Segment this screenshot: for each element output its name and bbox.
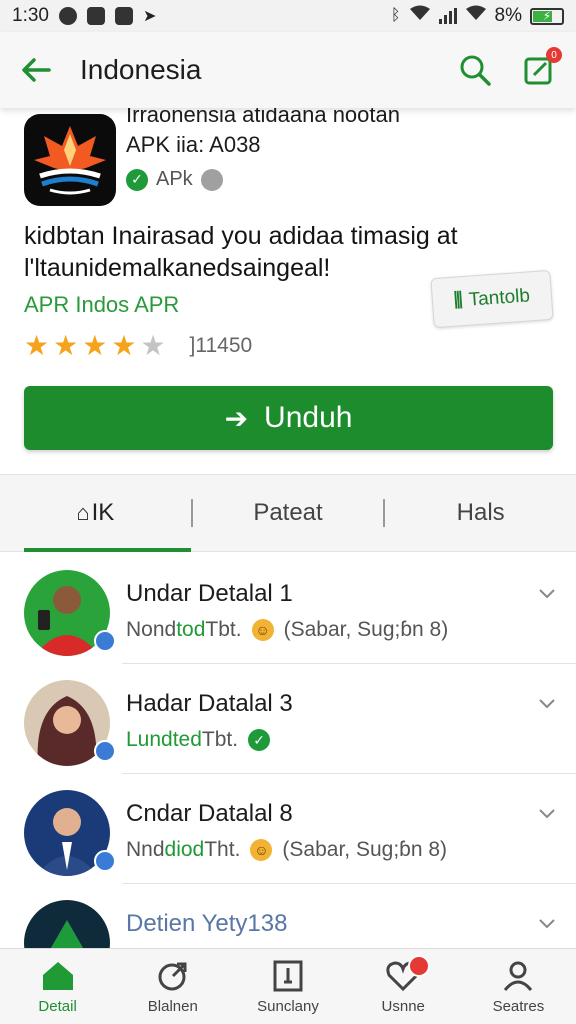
arrow-right-icon: ➔ — [224, 402, 249, 434]
nav-label: Seatres — [492, 998, 545, 1015]
tab-bar: ⌂ IK Pateat Hals — [0, 474, 576, 552]
star-icon: ★ — [111, 330, 137, 361]
wifi-icon-2 — [465, 5, 487, 27]
item-sub-highlight: diod — [164, 838, 205, 861]
tag-chip[interactable]: ⫼ Tantolb — [430, 269, 554, 329]
list-item[interactable]: Cndar Datalal 8 NnddiodTht. ☺ (Sabar, Su… — [24, 774, 576, 884]
search-icon — [460, 55, 491, 86]
signal-icon — [438, 8, 457, 24]
page-title: Indonesia — [80, 54, 202, 85]
chevron-down-icon[interactable] — [538, 694, 556, 712]
item-title: Hadar Datalal 3 — [126, 690, 293, 717]
smile-icon: ☺ — [251, 619, 274, 641]
avatar-badge — [94, 740, 116, 762]
item-sub-prefix: Nnd — [126, 838, 165, 861]
item-sub-suffix: Tbt. — [205, 618, 242, 641]
item-title: Detien Yety138 — [126, 910, 288, 937]
verified-label: APk — [156, 168, 193, 190]
app-notification-icon — [86, 7, 105, 25]
app-logo — [24, 114, 116, 206]
list-item[interactable]: Undar Detalal 1 NondtodTbt. ☺ (Sabar, Su… — [24, 554, 576, 664]
person-icon — [500, 958, 536, 994]
nav-label: Blalnen — [147, 998, 198, 1015]
share-icon — [155, 958, 191, 994]
chevron-down-icon[interactable] — [538, 804, 556, 822]
bottom-navigation: Detail Blalnen Sunclany Usnne Seatres — [0, 948, 576, 1024]
verified-row: ✓ APk — [126, 168, 223, 191]
download-button[interactable]: ➔ Unduh — [24, 386, 553, 450]
item-subtitle: LundtedTbt. ✓ — [126, 728, 271, 752]
bluetooth-icon: ᛒ — [390, 7, 401, 24]
app-name: Irraonensia atidaana nootan — [126, 108, 546, 130]
notification-badge: 0 — [546, 47, 562, 63]
nav-label: Usnne — [381, 998, 425, 1015]
nav-notification-badge — [407, 955, 430, 977]
verified-check-icon: ✓ — [126, 168, 148, 191]
item-sub-suffix: Tbt. — [201, 728, 239, 751]
app-version: APK iia: A038 — [126, 132, 261, 157]
chevron-down-icon[interactable] — [538, 914, 556, 932]
edit-button[interactable]: 0 — [522, 47, 562, 87]
download-notification-icon — [114, 7, 133, 25]
search-button[interactable] — [458, 53, 492, 87]
item-subtitle: NnddiodTht. ☺ (Sabar, Sug;ɓn 8) — [126, 838, 447, 862]
check-circle-icon: ✓ — [248, 729, 271, 751]
star-icon: ★ — [82, 330, 108, 361]
status-time: 1:30 — [12, 5, 49, 26]
document-icon — [270, 958, 306, 994]
avatar-badge — [94, 630, 116, 652]
nav-label: Sunclany — [257, 998, 319, 1015]
battery-icon: ⚡ — [530, 7, 564, 25]
tab-label: Hals — [456, 499, 505, 526]
back-arrow-icon[interactable] — [20, 54, 52, 86]
shield-icon — [58, 7, 77, 25]
star-icon: ★ — [53, 330, 79, 361]
status-bar: 1:30 ➤ ᛒ 8% ⚡ — [0, 0, 576, 32]
tab-label: IK — [91, 499, 115, 526]
item-sub-extra: (Sabar, Sug;ɓn 8) — [283, 618, 449, 641]
home-outline-icon: ⌂ — [76, 500, 90, 525]
item-sub-highlight: Lundted — [126, 728, 202, 751]
download-label: Unduh — [264, 401, 353, 434]
tag-label: Tantolb — [468, 285, 531, 311]
home-icon — [40, 958, 76, 994]
app-bar: Indonesia 0 — [0, 32, 576, 108]
app-header: Irraonensia atidaana nootan APK iia: A03… — [0, 108, 576, 472]
list-item[interactable]: Hadar Datalal 3 LundtedTbt. ✓ — [24, 664, 576, 774]
tab-label: Pateat — [253, 499, 323, 526]
item-sub-highlight: tod — [176, 618, 206, 641]
item-sub-extra: (Sabar, Sug;ɓn 8) — [282, 838, 448, 861]
avatar-badge — [94, 850, 116, 872]
nav-blalnen[interactable]: Blalnen — [115, 949, 230, 1024]
send-icon: ➤ — [142, 8, 157, 25]
smile-icon: ☺ — [250, 839, 273, 861]
info-icon[interactable] — [200, 168, 223, 191]
chart-icon: ⫼ — [453, 290, 464, 312]
rating-count: ]11450 — [189, 334, 253, 357]
item-subtitle: NondtodTbt. ☺ (Sabar, Sug;ɓn 8) — [126, 618, 448, 642]
star-empty-icon: ★ — [140, 330, 166, 361]
tab-ik[interactable]: ⌂ IK — [0, 475, 191, 552]
item-title: Undar Detalal 1 — [126, 580, 293, 607]
app-name-line1: Irraonensia atidaana nootan — [126, 108, 400, 127]
nav-sunclany[interactable]: Sunclany — [230, 949, 345, 1024]
tab-hals[interactable]: Hals — [385, 475, 576, 551]
item-title: Cndar Datalal 8 — [126, 800, 293, 827]
battery-percent: 8% — [494, 5, 522, 26]
nav-seatres[interactable]: Seatres — [461, 949, 576, 1024]
nav-usnne[interactable]: Usnne — [346, 949, 461, 1024]
chevron-down-icon[interactable] — [538, 584, 556, 602]
tab-pateat[interactable]: Pateat — [193, 475, 384, 551]
detail-list: Undar Detalal 1 NondtodTbt. ☺ (Sabar, Su… — [0, 554, 576, 994]
wifi-icon — [409, 5, 431, 27]
nav-detail[interactable]: Detail — [0, 949, 115, 1024]
developer-link[interactable]: APR Indos APR — [24, 292, 179, 318]
rating-row: ★ ★ ★ ★ ★ ]11450 — [24, 332, 252, 360]
nav-label: Detail — [38, 998, 77, 1015]
item-sub-prefix: Nond — [126, 618, 177, 641]
star-icon: ★ — [24, 330, 50, 361]
item-sub-suffix: Tht. — [204, 838, 241, 861]
